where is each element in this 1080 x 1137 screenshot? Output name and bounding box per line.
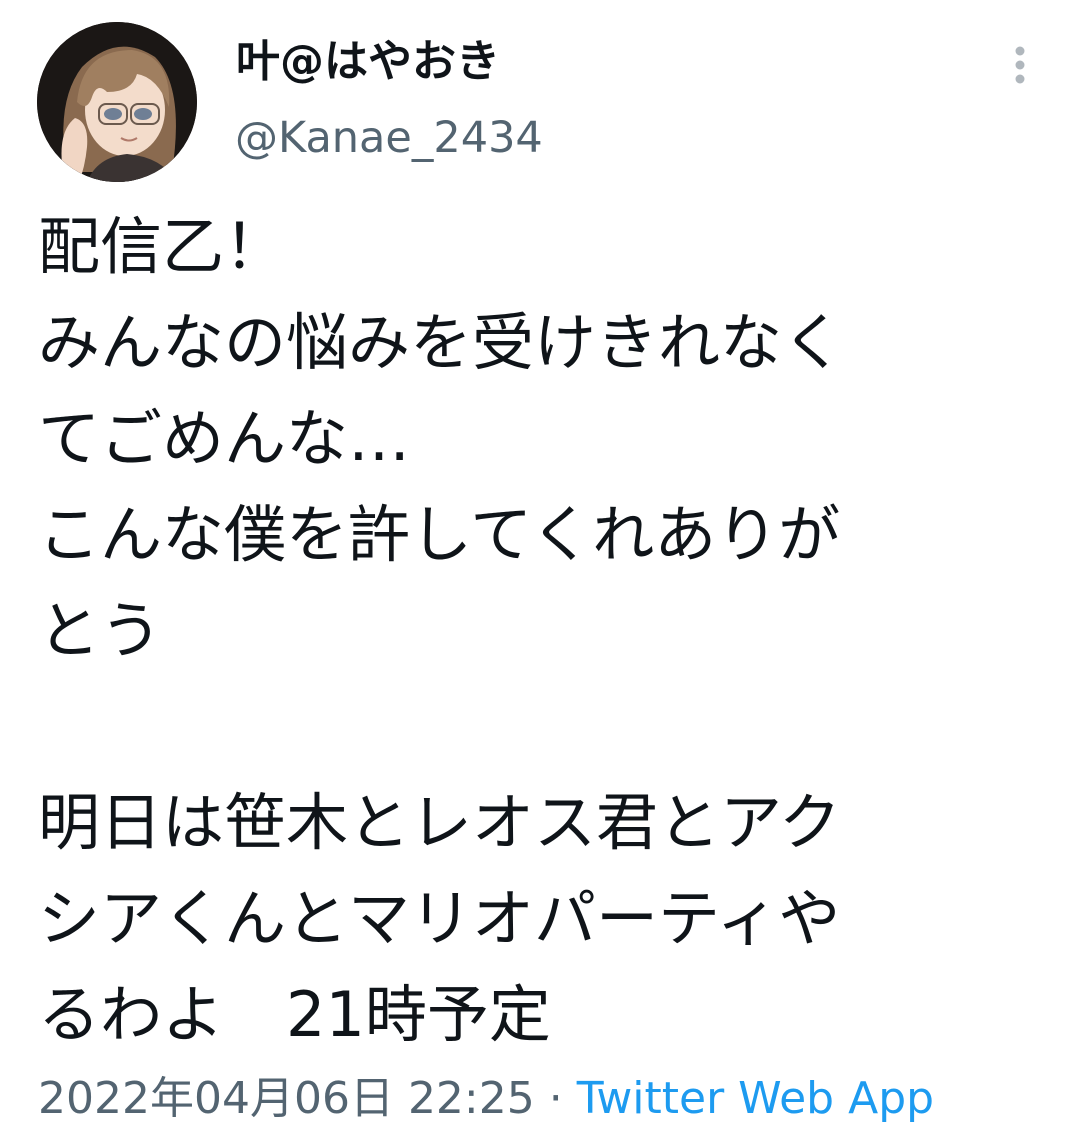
author-display-name[interactable]: 叶@はやおき <box>236 34 500 90</box>
tweet-text: 配信乙！ みんなの悩みを受けきれなく てごめんな… こんな僕を許してくれありが … <box>38 199 1048 1063</box>
tweet-text-line: 配信乙！ <box>38 210 287 283</box>
meta-separator: · <box>534 1073 577 1124</box>
tweet-text-line: てごめんな… <box>38 402 411 475</box>
tweet-text-line: とう <box>38 594 163 667</box>
tweet-source-link[interactable]: Twitter Web App <box>577 1073 934 1124</box>
tweet-text-line: るわよ 21時予定 <box>38 978 551 1051</box>
avatar[interactable] <box>37 22 197 182</box>
tweet-timestamp[interactable]: 2022年04月06日 22:25 <box>38 1073 535 1124</box>
more-options-button[interactable] <box>1000 40 1040 90</box>
tweet-text-line: こんな僕を許してくれありが <box>38 498 841 571</box>
author-handle[interactable]: @Kanae_2434 <box>235 110 543 166</box>
user-avatar-icon <box>37 22 197 182</box>
tweet-text-line: みんなの悩みを受けきれなく <box>38 306 845 379</box>
tweet-meta: 2022年04月06日 22:25 · Twitter Web App <box>38 1070 934 1128</box>
tweet-text-line: シアくんとマリオパーティや <box>38 882 841 955</box>
tweet-text-line: 明日は笹木とレオス君とアク <box>38 786 841 859</box>
more-vertical-icon <box>1015 46 1025 84</box>
